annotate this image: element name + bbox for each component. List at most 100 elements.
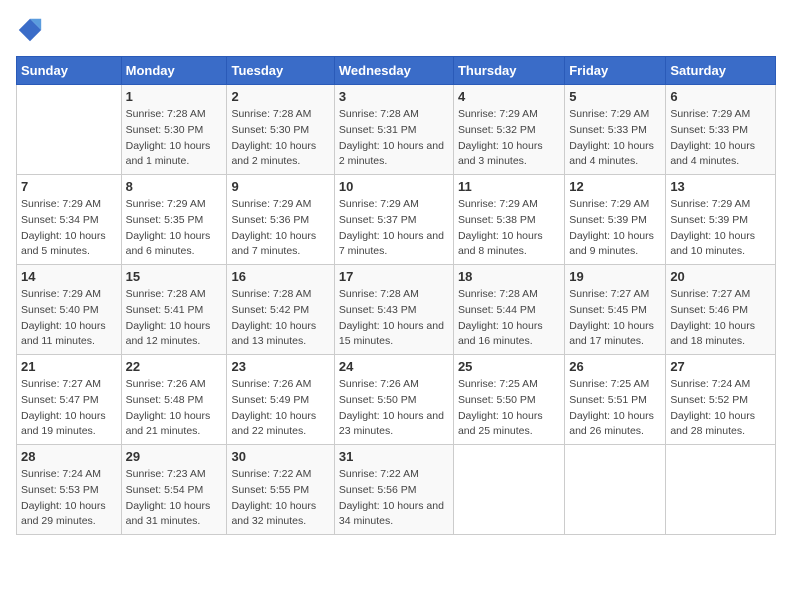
header-cell-wednesday: Wednesday xyxy=(334,57,453,85)
day-number: 30 xyxy=(231,449,329,464)
day-detail: Sunrise: 7:26 AMSunset: 5:48 PMDaylight:… xyxy=(126,377,223,440)
day-number: 29 xyxy=(126,449,223,464)
day-cell: 17 Sunrise: 7:28 AMSunset: 5:43 PMDayligh… xyxy=(334,265,453,355)
day-detail: Sunrise: 7:29 AMSunset: 5:32 PMDaylight:… xyxy=(458,107,560,170)
day-detail: Sunrise: 7:22 AMSunset: 5:55 PMDaylight:… xyxy=(231,467,329,530)
day-detail: Sunrise: 7:27 AMSunset: 5:47 PMDaylight:… xyxy=(21,377,117,440)
day-number: 4 xyxy=(458,89,560,104)
day-number: 8 xyxy=(126,179,223,194)
day-cell: 30 Sunrise: 7:22 AMSunset: 5:55 PMDayligh… xyxy=(227,445,334,535)
day-cell: 15 Sunrise: 7:28 AMSunset: 5:41 PMDayligh… xyxy=(121,265,227,355)
day-number: 16 xyxy=(231,269,329,284)
day-detail: Sunrise: 7:26 AMSunset: 5:49 PMDaylight:… xyxy=(231,377,329,440)
header-cell-sunday: Sunday xyxy=(17,57,122,85)
day-cell: 14 Sunrise: 7:29 AMSunset: 5:40 PMDayligh… xyxy=(17,265,122,355)
day-number: 20 xyxy=(670,269,771,284)
day-detail: Sunrise: 7:23 AMSunset: 5:54 PMDaylight:… xyxy=(126,467,223,530)
day-detail: Sunrise: 7:26 AMSunset: 5:50 PMDaylight:… xyxy=(339,377,449,440)
header-row: SundayMondayTuesdayWednesdayThursdayFrid… xyxy=(17,57,776,85)
day-cell: 19 Sunrise: 7:27 AMSunset: 5:45 PMDayligh… xyxy=(565,265,666,355)
day-cell xyxy=(666,445,776,535)
day-number: 19 xyxy=(569,269,661,284)
day-number: 22 xyxy=(126,359,223,374)
day-cell: 3Sunrise: 7:28 AMSunset: 5:31 PMDaylight… xyxy=(334,85,453,175)
day-detail: Sunrise: 7:27 AMSunset: 5:46 PMDaylight:… xyxy=(670,287,771,350)
day-cell: 27 Sunrise: 7:24 AMSunset: 5:52 PMDayligh… xyxy=(666,355,776,445)
day-cell: 24 Sunrise: 7:26 AMSunset: 5:50 PMDayligh… xyxy=(334,355,453,445)
day-number: 24 xyxy=(339,359,449,374)
day-cell: 11 Sunrise: 7:29 AMSunset: 5:38 PMDayligh… xyxy=(453,175,564,265)
day-cell: 12Sunrise: 7:29 AMSunset: 5:39 PMDayligh… xyxy=(565,175,666,265)
day-number: 11 xyxy=(458,179,560,194)
day-detail: Sunrise: 7:28 AMSunset: 5:42 PMDaylight:… xyxy=(231,287,329,350)
day-cell: 9 Sunrise: 7:29 AMSunset: 5:36 PMDaylight… xyxy=(227,175,334,265)
day-detail: Sunrise: 7:29 AMSunset: 5:39 PMDaylight:… xyxy=(670,197,771,260)
day-detail: Sunrise: 7:22 AMSunset: 5:56 PMDaylight:… xyxy=(339,467,449,530)
day-number: 26 xyxy=(569,359,661,374)
day-number: 9 xyxy=(231,179,329,194)
day-number: 17 xyxy=(339,269,449,284)
day-number: 15 xyxy=(126,269,223,284)
day-number: 25 xyxy=(458,359,560,374)
day-cell: 10Sunrise: 7:29 AMSunset: 5:37 PMDayligh… xyxy=(334,175,453,265)
day-detail: Sunrise: 7:28 AMSunset: 5:30 PMDaylight:… xyxy=(231,107,329,170)
day-detail: Sunrise: 7:28 AMSunset: 5:44 PMDaylight:… xyxy=(458,287,560,350)
day-number: 23 xyxy=(231,359,329,374)
day-detail: Sunrise: 7:29 AMSunset: 5:34 PMDaylight:… xyxy=(21,197,117,260)
day-detail: Sunrise: 7:28 AMSunset: 5:43 PMDaylight:… xyxy=(339,287,449,350)
logo xyxy=(16,16,48,44)
day-cell: 21 Sunrise: 7:27 AMSunset: 5:47 PMDayligh… xyxy=(17,355,122,445)
day-number: 27 xyxy=(670,359,771,374)
day-cell: 25 Sunrise: 7:25 AMSunset: 5:50 PMDayligh… xyxy=(453,355,564,445)
day-cell: 1 Sunrise: 7:28 AMSunset: 5:30 PMDaylight… xyxy=(121,85,227,175)
day-cell: 22 Sunrise: 7:26 AMSunset: 5:48 PMDayligh… xyxy=(121,355,227,445)
day-cell: 13 Sunrise: 7:29 AMSunset: 5:39 PMDayligh… xyxy=(666,175,776,265)
day-number: 7 xyxy=(21,179,117,194)
week-row-2: 7 Sunrise: 7:29 AMSunset: 5:34 PMDaylight… xyxy=(17,175,776,265)
day-detail: Sunrise: 7:24 AMSunset: 5:53 PMDaylight:… xyxy=(21,467,117,530)
day-cell: 16 Sunrise: 7:28 AMSunset: 5:42 PMDayligh… xyxy=(227,265,334,355)
day-detail: Sunrise: 7:28 AMSunset: 5:41 PMDaylight:… xyxy=(126,287,223,350)
header-cell-saturday: Saturday xyxy=(666,57,776,85)
week-row-3: 14 Sunrise: 7:29 AMSunset: 5:40 PMDayligh… xyxy=(17,265,776,355)
logo-icon xyxy=(16,16,44,44)
day-number: 13 xyxy=(670,179,771,194)
header-cell-tuesday: Tuesday xyxy=(227,57,334,85)
day-number: 1 xyxy=(126,89,223,104)
day-number: 18 xyxy=(458,269,560,284)
header-cell-friday: Friday xyxy=(565,57,666,85)
day-detail: Sunrise: 7:28 AMSunset: 5:31 PMDaylight:… xyxy=(339,107,449,170)
day-number: 21 xyxy=(21,359,117,374)
day-number: 2 xyxy=(231,89,329,104)
day-cell xyxy=(565,445,666,535)
day-detail: Sunrise: 7:28 AMSunset: 5:30 PMDaylight:… xyxy=(126,107,223,170)
day-cell: 4 Sunrise: 7:29 AMSunset: 5:32 PMDaylight… xyxy=(453,85,564,175)
day-cell: 29 Sunrise: 7:23 AMSunset: 5:54 PMDayligh… xyxy=(121,445,227,535)
day-cell: 23 Sunrise: 7:26 AMSunset: 5:49 PMDayligh… xyxy=(227,355,334,445)
day-cell: 26Sunrise: 7:25 AMSunset: 5:51 PMDayligh… xyxy=(565,355,666,445)
week-row-5: 28Sunrise: 7:24 AMSunset: 5:53 PMDayligh… xyxy=(17,445,776,535)
week-row-4: 21 Sunrise: 7:27 AMSunset: 5:47 PMDayligh… xyxy=(17,355,776,445)
day-number: 10 xyxy=(339,179,449,194)
day-number: 5 xyxy=(569,89,661,104)
calendar-table: SundayMondayTuesdayWednesdayThursdayFrid… xyxy=(16,56,776,535)
week-row-1: 1 Sunrise: 7:28 AMSunset: 5:30 PMDaylight… xyxy=(17,85,776,175)
day-cell xyxy=(453,445,564,535)
day-detail: Sunrise: 7:29 AMSunset: 5:36 PMDaylight:… xyxy=(231,197,329,260)
day-detail: Sunrise: 7:25 AMSunset: 5:50 PMDaylight:… xyxy=(458,377,560,440)
day-detail: Sunrise: 7:24 AMSunset: 5:52 PMDaylight:… xyxy=(670,377,771,440)
day-cell: 2 Sunrise: 7:28 AMSunset: 5:30 PMDaylight… xyxy=(227,85,334,175)
day-detail: Sunrise: 7:29 AMSunset: 5:33 PMDaylight:… xyxy=(569,107,661,170)
header-cell-thursday: Thursday xyxy=(453,57,564,85)
day-cell: 18 Sunrise: 7:28 AMSunset: 5:44 PMDayligh… xyxy=(453,265,564,355)
day-detail: Sunrise: 7:27 AMSunset: 5:45 PMDaylight:… xyxy=(569,287,661,350)
day-detail: Sunrise: 7:29 AMSunset: 5:38 PMDaylight:… xyxy=(458,197,560,260)
day-number: 14 xyxy=(21,269,117,284)
day-cell: 28Sunrise: 7:24 AMSunset: 5:53 PMDayligh… xyxy=(17,445,122,535)
day-cell: 20 Sunrise: 7:27 AMSunset: 5:46 PMDayligh… xyxy=(666,265,776,355)
day-detail: Sunrise: 7:29 AMSunset: 5:39 PMDaylight:… xyxy=(569,197,661,260)
day-cell: 6Sunrise: 7:29 AMSunset: 5:33 PMDaylight… xyxy=(666,85,776,175)
day-detail: Sunrise: 7:29 AMSunset: 5:40 PMDaylight:… xyxy=(21,287,117,350)
day-cell: 7 Sunrise: 7:29 AMSunset: 5:34 PMDaylight… xyxy=(17,175,122,265)
header-cell-monday: Monday xyxy=(121,57,227,85)
